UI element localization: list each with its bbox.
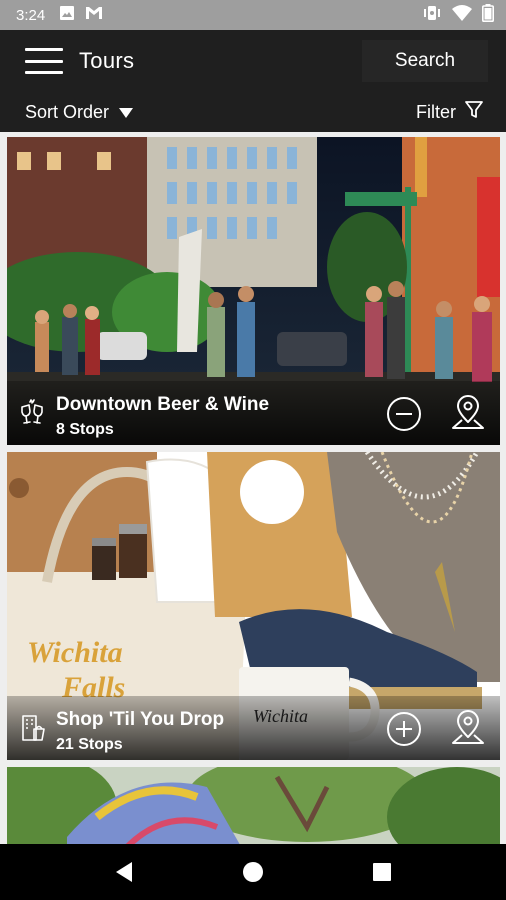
tour-title: Downtown Beer & Wine — [56, 394, 270, 415]
tour-title: Shop 'Til You Drop — [56, 709, 225, 730]
recents-icon[interactable] — [362, 852, 402, 892]
status-time: 3:24 — [16, 6, 46, 24]
wine-glasses-icon — [18, 399, 46, 427]
caret-down-icon — [119, 102, 134, 123]
map-pin-icon[interactable] — [450, 394, 486, 434]
vibrate-icon — [422, 5, 442, 25]
filter-label: Filter — [416, 102, 456, 122]
wifi-icon — [452, 5, 472, 25]
tour-card[interactable]: Downtown Beer & Wine 8 Stops — [7, 137, 500, 445]
shopping-building-icon — [18, 714, 46, 742]
tour-image — [7, 767, 500, 844]
app-bar: Tours Search — [0, 30, 506, 92]
status-bar: 3:24 — [0, 0, 506, 30]
filter-funnel-icon — [464, 100, 484, 125]
back-icon[interactable] — [104, 852, 144, 892]
sort-order-label: Sort Order — [25, 101, 110, 122]
tour-stops: 8 Stops — [56, 421, 114, 438]
tour-card[interactable]: Wichita Falls Wichita — [7, 452, 500, 760]
sort-order-dropdown[interactable]: Sort Order — [25, 101, 134, 123]
tour-card[interactable] — [7, 767, 500, 844]
search-button[interactable]: Search — [362, 40, 488, 82]
home-icon[interactable] — [233, 852, 273, 892]
gmail-icon — [85, 6, 103, 24]
system-nav-bar — [0, 844, 506, 900]
filter-button[interactable]: Filter — [416, 100, 484, 125]
add-circle-icon[interactable] — [386, 711, 422, 747]
sort-filter-bar: Sort Order Filter — [0, 92, 506, 132]
hamburger-menu-icon[interactable] — [25, 48, 63, 74]
tour-list[interactable]: Downtown Beer & Wine 8 Stops Wichita Fal… — [0, 132, 506, 844]
image-icon — [59, 5, 75, 25]
remove-circle-icon[interactable] — [386, 396, 422, 432]
tour-stops: 21 Stops — [56, 736, 123, 753]
svg-text:Wichita: Wichita — [27, 636, 123, 669]
page-title: Tours — [79, 48, 135, 73]
map-pin-icon[interactable] — [450, 709, 486, 749]
battery-icon — [482, 4, 494, 26]
